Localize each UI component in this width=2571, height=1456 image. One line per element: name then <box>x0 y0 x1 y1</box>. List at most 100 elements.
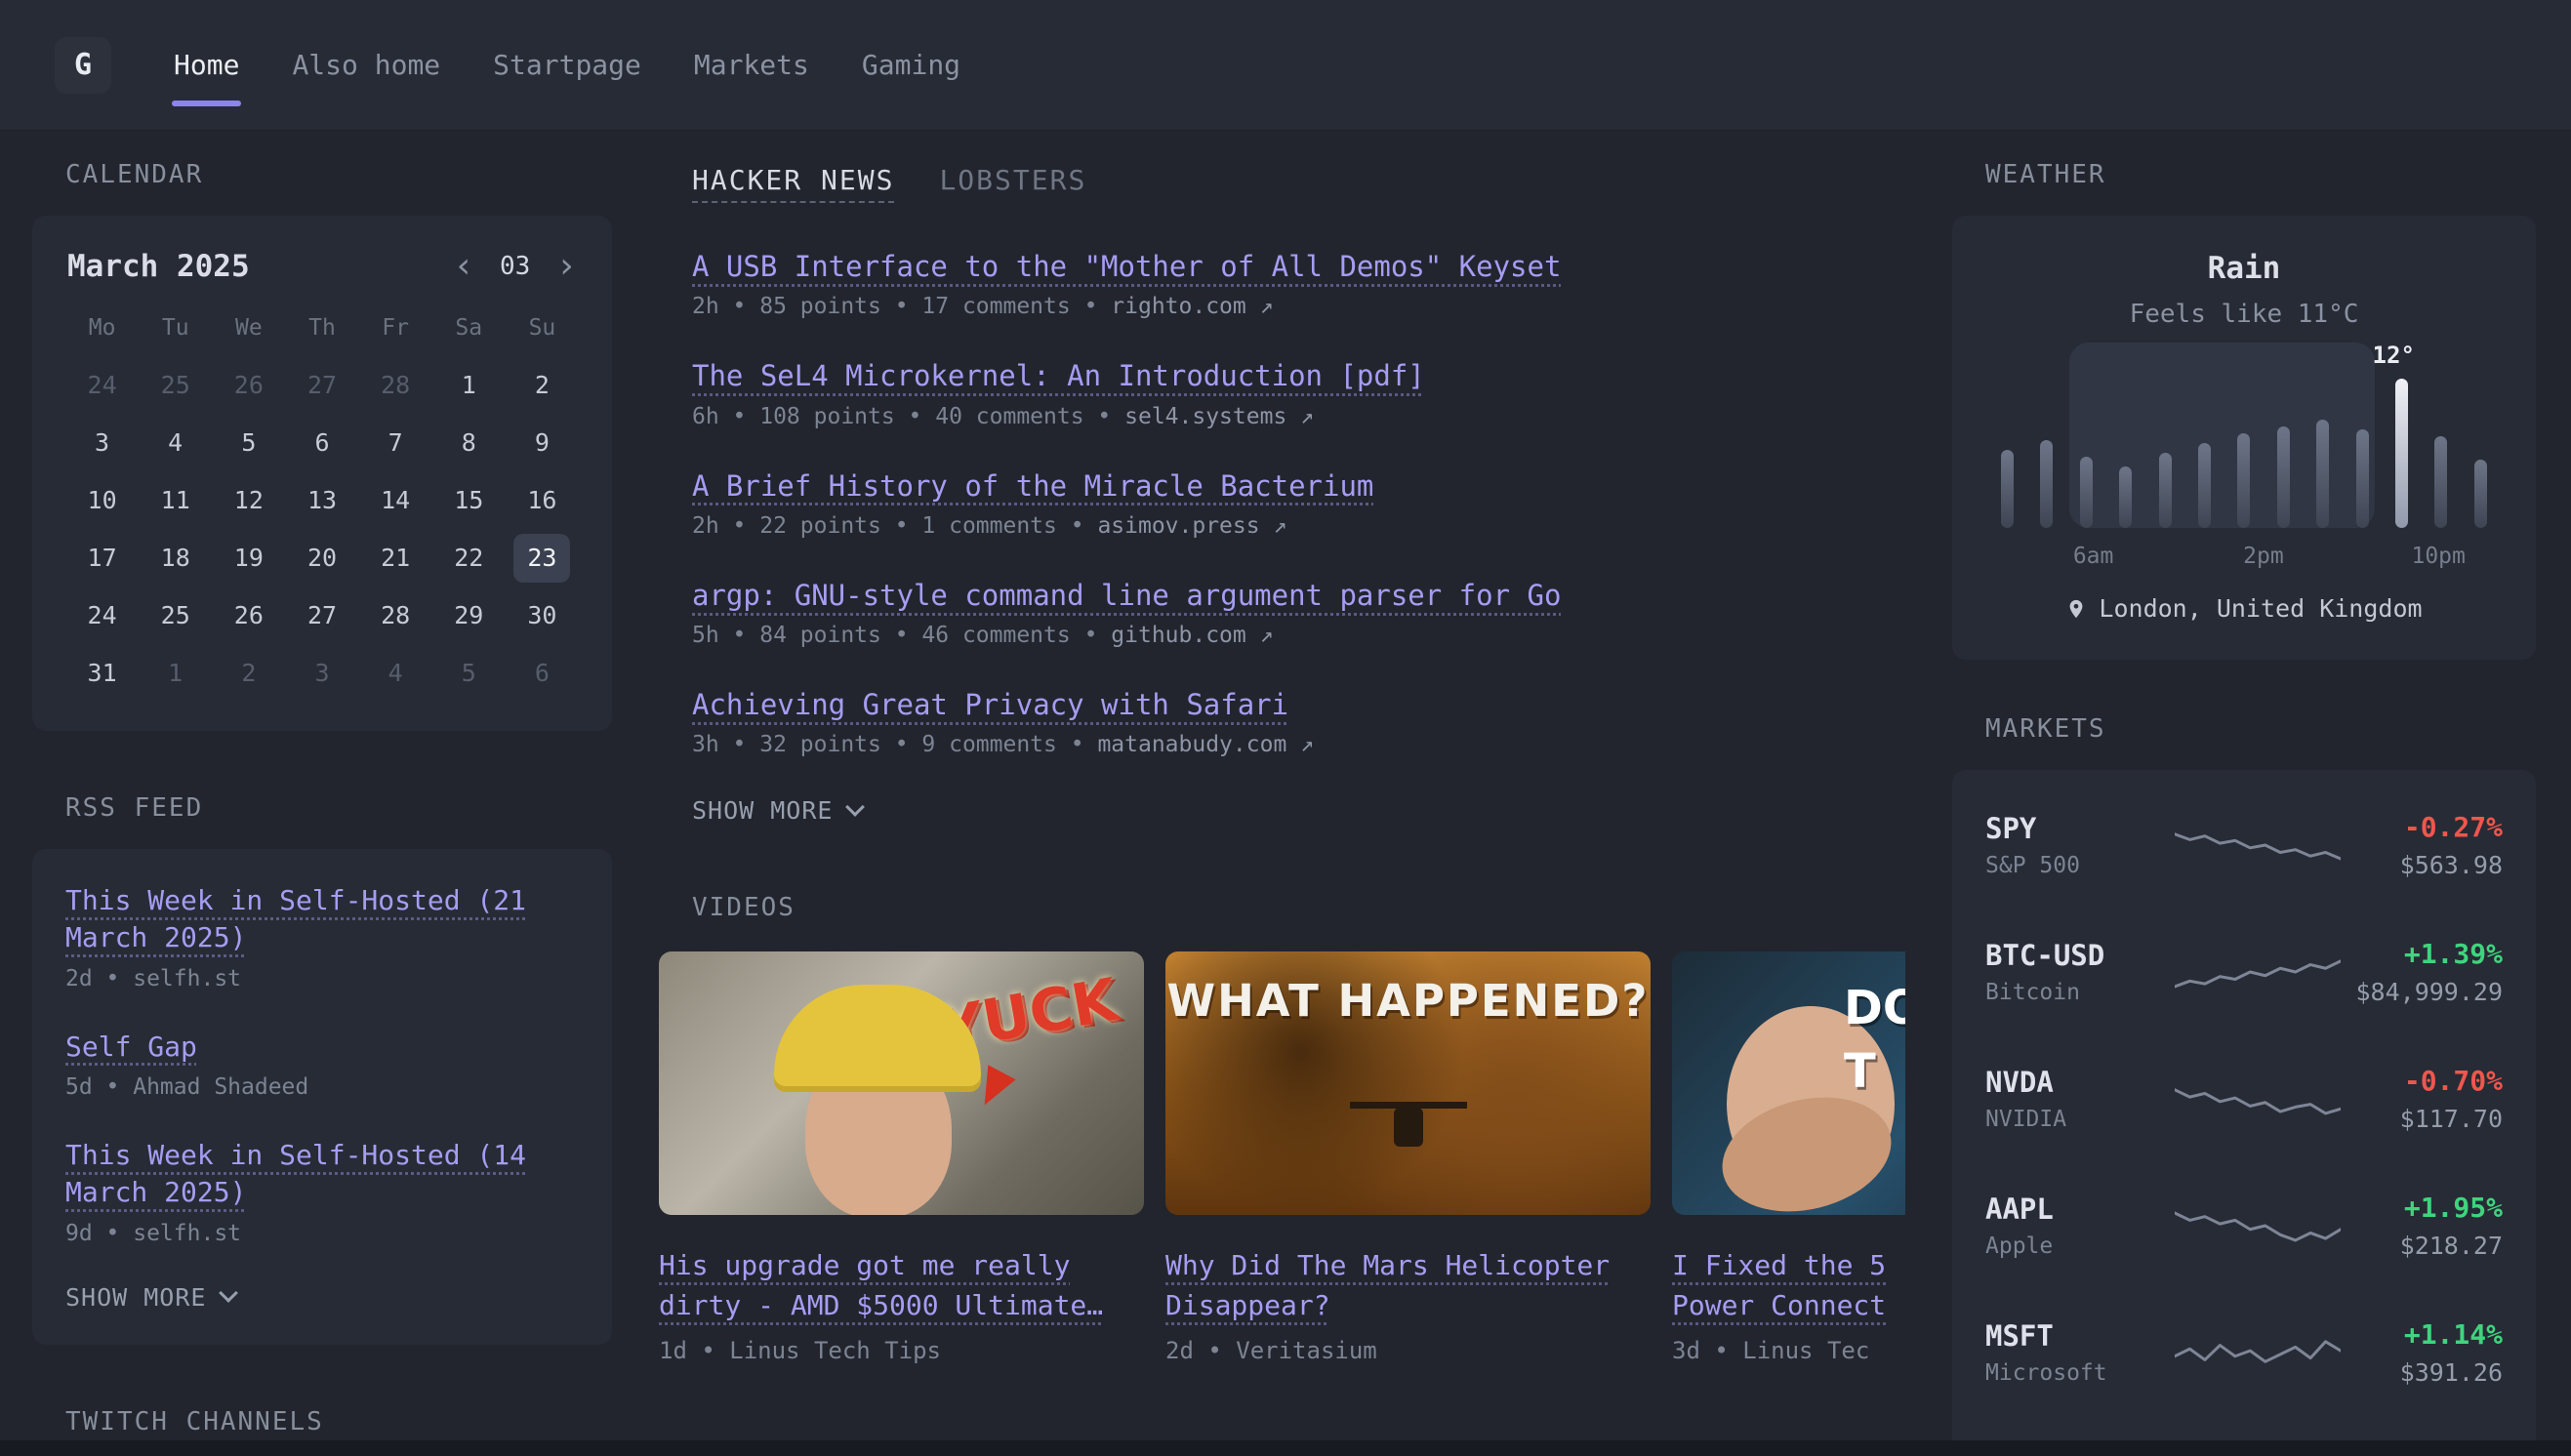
market-change-percent: +1.14% <box>2341 1318 2504 1351</box>
calendar-day[interactable]: 9 <box>506 414 579 471</box>
rss-item-link[interactable]: This Week in Self-Hosted (14 March 2025) <box>65 1137 579 1211</box>
market-sparkline-chart <box>2175 1072 2341 1126</box>
news-item-link[interactable]: argp: GNU-style command line argument pa… <box>692 578 1561 613</box>
calendar-prev-icon[interactable]: ‹ <box>453 249 474 284</box>
video-card: YUCK His upgrade got me really dirty - A… <box>659 951 1144 1364</box>
market-name: Microsoft <box>1985 1360 2175 1386</box>
calendar-day[interactable]: 28 <box>359 356 432 414</box>
market-quote: +1.14% $391.26 <box>2341 1318 2504 1387</box>
calendar-day[interactable]: 12 <box>212 471 285 529</box>
market-quote: -0.27% $563.98 <box>2341 811 2504 879</box>
calendar-day[interactable]: 14 <box>359 471 432 529</box>
calendar-day[interactable]: 25 <box>139 586 212 644</box>
calendar-day[interactable]: 4 <box>359 644 432 702</box>
calendar-day[interactable]: 10 <box>65 471 139 529</box>
weather-location-label: London, United Kingdom <box>2099 594 2422 623</box>
nav-tab[interactable]: Startpage <box>493 49 641 81</box>
video-thumbnail[interactable]: YUCK <box>659 951 1144 1215</box>
news-item-source-link[interactable]: matanabudy.com ↗ <box>1097 732 1314 757</box>
rss-item-meta: 2d • selfh.st <box>65 966 579 991</box>
calendar-day[interactable]: 26 <box>212 356 285 414</box>
calendar-day[interactable]: 30 <box>506 586 579 644</box>
nav-tab[interactable]: Markets <box>694 49 809 81</box>
video-title-link[interactable]: His upgrade got me really dirty - AMD $5… <box>659 1246 1144 1325</box>
chevron-down-icon <box>220 1284 239 1304</box>
video-title-link[interactable]: Why Did The Mars Helicopter Disappear? <box>1165 1246 1651 1325</box>
market-change-percent: -0.27% <box>2341 811 2504 843</box>
calendar-day[interactable]: 5 <box>212 414 285 471</box>
calendar-day[interactable]: 15 <box>432 471 506 529</box>
calendar-day[interactable]: 3 <box>65 414 139 471</box>
video-thumbnail[interactable]: DO T T <box>1672 951 1905 1215</box>
news-item-link[interactable]: A USB Interface to the "Mother of All De… <box>692 249 1561 284</box>
calendar-weekday-label: Mo <box>65 307 139 348</box>
calendar-day[interactable]: 25 <box>139 356 212 414</box>
calendar-day[interactable]: 27 <box>285 586 358 644</box>
calendar-day[interactable]: 6 <box>285 414 358 471</box>
rss-item-link[interactable]: This Week in Self-Hosted (21 March 2025) <box>65 882 579 956</box>
market-row[interactable]: AAPL Apple +1.95% $218.27 <box>1985 1162 2503 1289</box>
news-item-source-link[interactable]: github.com ↗ <box>1111 623 1273 648</box>
calendar-day[interactable]: 21 <box>359 529 432 586</box>
calendar-day[interactable]: 16 <box>506 471 579 529</box>
video-thumbnail[interactable]: WHAT HAPPENED? <box>1165 951 1651 1215</box>
weather-bar <box>2198 443 2211 528</box>
calendar-day[interactable]: 6 <box>506 644 579 702</box>
app-logo[interactable]: G <box>55 37 111 94</box>
calendar-day[interactable]: 20 <box>285 529 358 586</box>
calendar-day[interactable]: 2 <box>212 644 285 702</box>
calendar-day[interactable]: 18 <box>139 529 212 586</box>
nav-tab[interactable]: Gaming <box>862 49 960 81</box>
calendar-next-icon[interactable]: › <box>555 249 577 284</box>
calendar-day[interactable]: 1 <box>432 356 506 414</box>
news-tab[interactable]: HACKER NEWS <box>692 164 894 196</box>
calendar-day[interactable]: 7 <box>359 414 432 471</box>
market-symbol: AAPL <box>1985 1193 2175 1226</box>
news-item-meta: 2h • 22 points • 1 comments • asimov.pre… <box>692 513 1905 539</box>
news-show-more-button[interactable]: SHOW MORE <box>692 796 1905 825</box>
video-title-link[interactable]: I Fixed the 5 Power Connect <box>1672 1246 1905 1325</box>
calendar-day[interactable]: 11 <box>139 471 212 529</box>
rss-show-more-button[interactable]: SHOW MORE <box>65 1283 579 1312</box>
market-quote: +1.39% $84,999.29 <box>2341 938 2504 1006</box>
news-tab[interactable]: LOBSTERS <box>939 164 1086 196</box>
calendar-day[interactable]: 27 <box>285 356 358 414</box>
calendar-month-title: March 2025 <box>67 249 250 284</box>
market-row[interactable]: MSFT Microsoft +1.14% $391.26 <box>1985 1289 2503 1416</box>
calendar-day[interactable]: 2 <box>506 356 579 414</box>
calendar-day[interactable]: 28 <box>359 586 432 644</box>
calendar-grid: 24 25 26 27 28 1 2 3 4 5 <box>65 356 579 702</box>
nav-tab[interactable]: Home <box>174 49 239 81</box>
news-item-source-link[interactable]: sel4.systems ↗ <box>1124 404 1314 429</box>
calendar-day[interactable]: 1 <box>139 644 212 702</box>
calendar-day[interactable]: 4 <box>139 414 212 471</box>
calendar-day[interactable]: 19 <box>212 529 285 586</box>
video-meta: 3d • Linus Tec <box>1672 1337 1905 1364</box>
news-item-source-link[interactable]: righto.com ↗ <box>1111 294 1273 319</box>
weather-hourly-chart: 12°6am2pm10pm <box>2001 358 2487 569</box>
calendar-day[interactable]: 5 <box>432 644 506 702</box>
market-row[interactable]: BTC-USD Bitcoin +1.39% $84,999.29 <box>1985 909 2503 1035</box>
calendar-day[interactable]: 29 <box>432 586 506 644</box>
calendar-day[interactable]: 17 <box>65 529 139 586</box>
rss-item-link[interactable]: Self Gap <box>65 1029 579 1066</box>
market-row[interactable]: NVDA NVIDIA -0.70% $117.70 <box>1985 1035 2503 1162</box>
news-item-link[interactable]: Achieving Great Privacy with Safari <box>692 687 1288 722</box>
nav-tab[interactable]: Also home <box>292 49 440 81</box>
calendar-day[interactable]: 26 <box>212 586 285 644</box>
calendar-day[interactable]: 13 <box>285 471 358 529</box>
calendar-day[interactable]: 3 <box>285 644 358 702</box>
news-item-source-link[interactable]: asimov.press ↗ <box>1097 513 1286 539</box>
calendar-day[interactable]: 8 <box>432 414 506 471</box>
calendar-day[interactable]: 31 <box>65 644 139 702</box>
news-item-link[interactable]: A Brief History of the Miracle Bacterium <box>692 468 1373 504</box>
videos-section-title: VIDEOS <box>692 893 1905 922</box>
calendar-day[interactable]: 22 <box>432 529 506 586</box>
market-row[interactable]: SPY S&P 500 -0.27% $563.98 <box>1985 782 2503 909</box>
market-symbol: BTC-USD <box>1985 939 2175 972</box>
news-item-link[interactable]: The SeL4 Microkernel: An Introduction [p… <box>692 358 1425 393</box>
video-thumbnail-caption: WHAT HAPPENED? <box>1165 975 1651 1027</box>
calendar-day[interactable]: 24 <box>65 586 139 644</box>
calendar-day[interactable]: 23 <box>513 534 570 583</box>
calendar-day[interactable]: 24 <box>65 356 139 414</box>
